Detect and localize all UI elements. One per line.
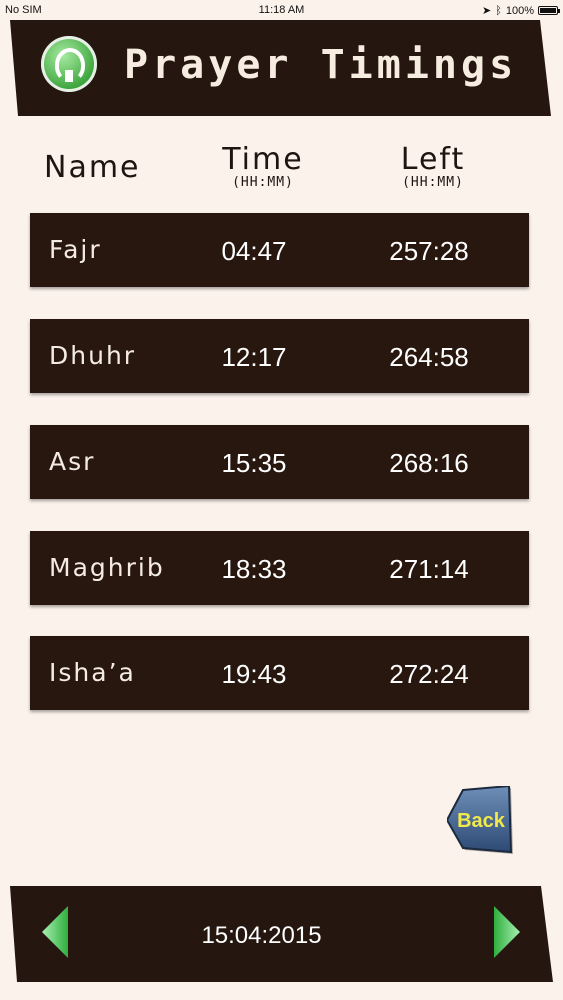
- status-right: ➤ ᛒ 100%: [482, 4, 560, 17]
- column-time-label: Time: [222, 142, 304, 177]
- prayer-row-maghrib: Maghrib 18:33 271:14: [30, 531, 529, 605]
- prayer-time-left: 257:28: [389, 236, 469, 266]
- prayer-row-asr: Asr 15:35 268:16: [30, 425, 529, 499]
- prayer-time-left: 271:14: [389, 554, 469, 584]
- prayer-time-left: 268:16: [389, 448, 469, 478]
- column-name-label: Name: [44, 150, 141, 185]
- current-date: 15:04:2015: [201, 922, 322, 949]
- column-left-label: Left: [400, 142, 466, 177]
- column-header-name: Name: [44, 150, 140, 185]
- date-bar: 15:04:2015: [0, 882, 563, 986]
- status-bar: No SIM 11:18 AM ➤ ᛒ 100%: [0, 0, 563, 20]
- battery-icon: [538, 6, 560, 15]
- prayer-row-fajr: Fajr 04:47 257:28: [30, 213, 529, 287]
- prayer-name: Dhuhr: [49, 341, 137, 370]
- column-time-unit: (HH:MM): [232, 175, 294, 190]
- prayer-row-dhuhr: Dhuhr 12:17 264:58: [30, 319, 529, 393]
- prayer-name: Asr: [49, 447, 96, 476]
- prayer-time: 04:47: [221, 236, 287, 266]
- battery-percent: 100%: [505, 4, 534, 17]
- prayer-time: 19:43: [221, 659, 287, 689]
- prayer-time-left: 272:24: [389, 659, 469, 689]
- location-icon: ➤: [482, 5, 492, 17]
- back-button[interactable]: Back: [447, 786, 515, 858]
- masjid-logo-icon: [41, 36, 97, 92]
- page-title: Prayer Timings: [124, 42, 518, 88]
- column-left-unit: (HH:MM): [402, 175, 464, 190]
- status-time: 11:18 AM: [258, 4, 305, 16]
- right-arrow-icon[interactable]: [488, 904, 524, 960]
- prayer-name: Maghrib: [49, 553, 165, 582]
- prayer-name: Fajr: [49, 235, 102, 264]
- prayer-time: 15:35: [221, 448, 287, 478]
- prayer-time: 18:33: [221, 554, 287, 584]
- prayer-row-isha: Isha’a 19:43 272:24: [30, 636, 529, 710]
- column-header-left: Left (HH:MM): [378, 142, 488, 190]
- column-header-time: Time (HH:MM): [208, 142, 318, 190]
- header-banner: Prayer Timings: [0, 20, 563, 118]
- prayer-time: 12:17: [221, 342, 287, 372]
- prayer-time-left: 264:58: [389, 342, 469, 372]
- back-button-label: Back: [457, 810, 505, 832]
- prayer-name: Isha’a: [49, 658, 136, 687]
- bluetooth-icon: ᛒ: [495, 4, 502, 17]
